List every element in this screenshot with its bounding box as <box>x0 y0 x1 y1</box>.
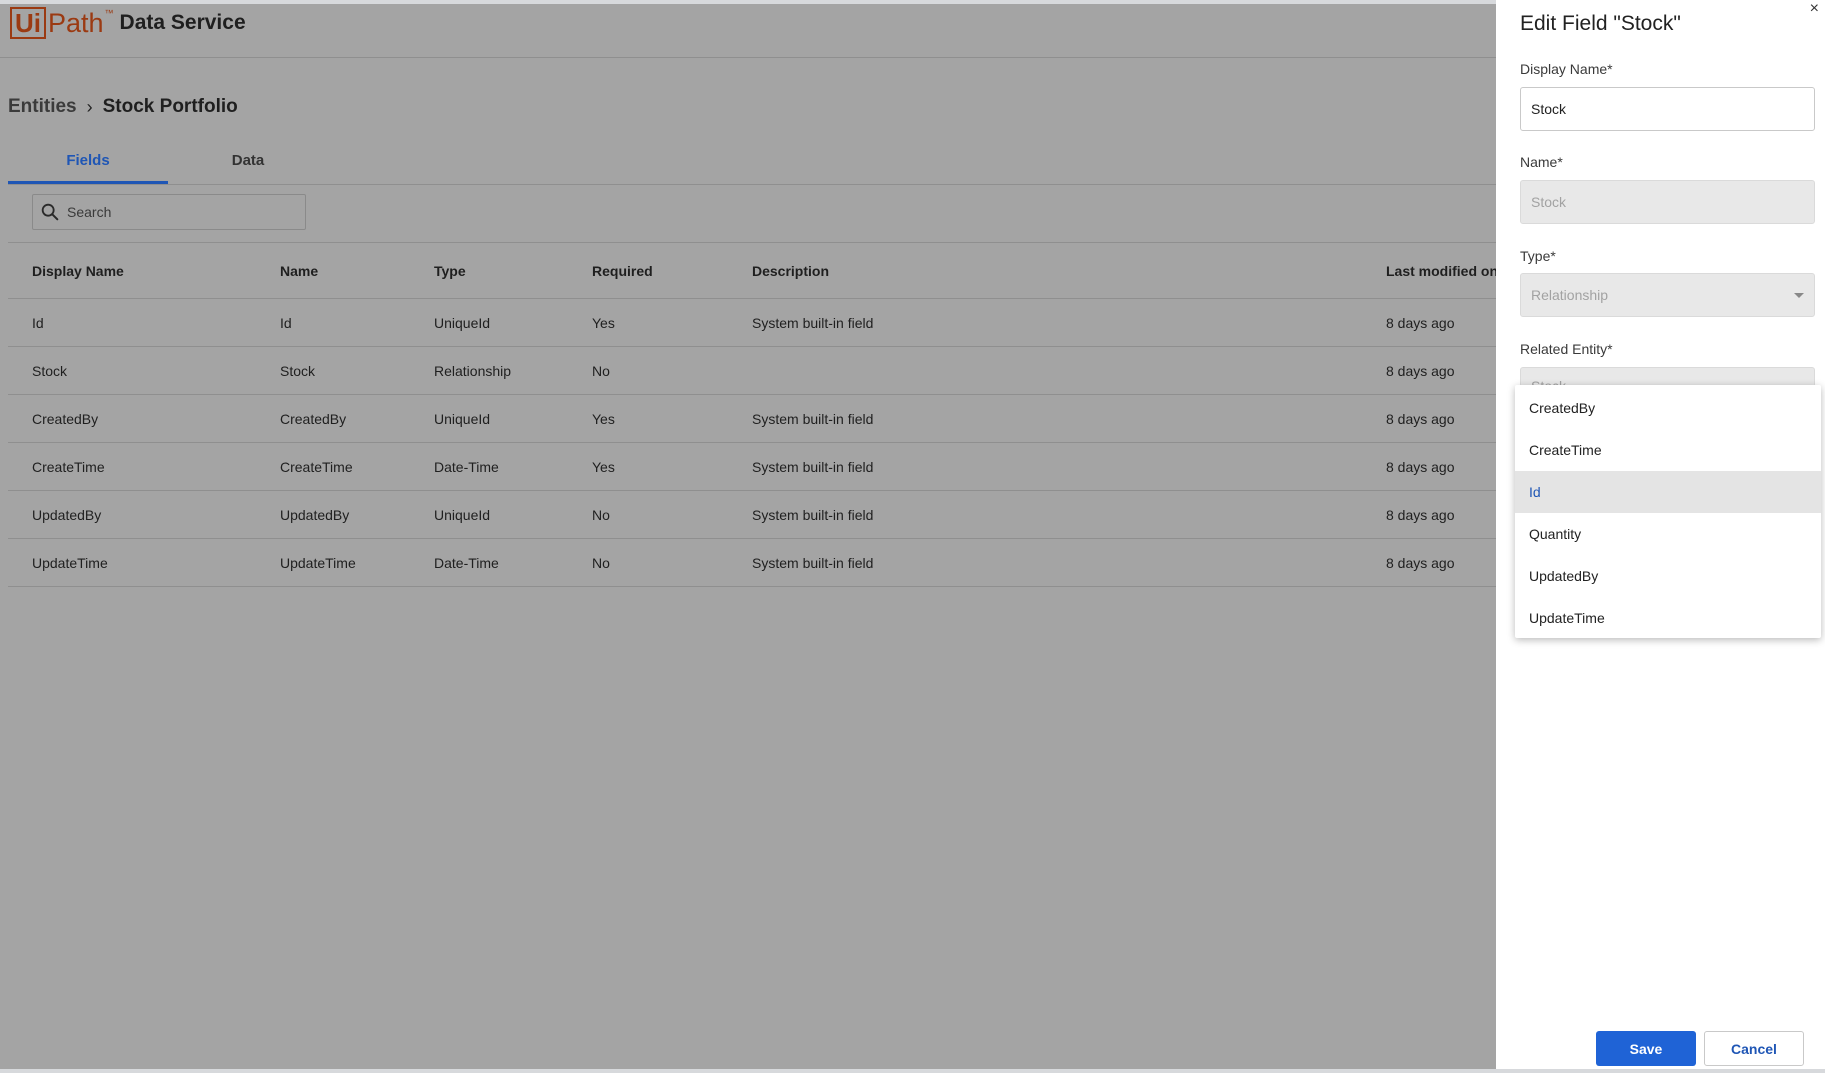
column-header-name[interactable]: Name <box>280 243 318 298</box>
cell-name: CreateTime <box>280 458 353 475</box>
cell-last-modified: 8 days ago <box>1386 458 1455 475</box>
fields-table: Display Name Name Type Required Descript… <box>8 242 1498 587</box>
chevron-right-icon: › <box>86 96 93 117</box>
tab-bar: Fields Data <box>8 139 1496 185</box>
cell-display-name: UpdateTime <box>32 554 108 571</box>
cell-name: Id <box>280 314 292 331</box>
table-row[interactable]: CreateTime CreateTime Date-Time Yes Syst… <box>8 443 1496 491</box>
column-header-last-modified[interactable]: Last modified on <box>1386 243 1498 298</box>
main-page-dimmed: Ui Path ™ Data Service Entities › Stock … <box>0 4 1498 1069</box>
cell-type: Relationship <box>434 362 512 379</box>
cell-display-name: UpdatedBy <box>32 506 102 523</box>
cell-last-modified: 8 days ago <box>1386 506 1455 523</box>
search-input[interactable] <box>67 204 297 220</box>
type-label: Type* <box>1520 248 1556 264</box>
cell-description: System built-in field <box>752 506 874 523</box>
cell-required: Yes <box>592 458 615 475</box>
cell-required: No <box>592 506 610 523</box>
breadcrumb-entities-link[interactable]: Entities <box>8 96 77 118</box>
cell-type: UniqueId <box>434 410 491 427</box>
cancel-button[interactable]: Cancel <box>1704 1031 1804 1066</box>
cell-last-modified: 8 days ago <box>1386 362 1455 379</box>
cell-name: CreatedBy <box>280 410 347 427</box>
table-row[interactable]: Stock Stock Relationship No 8 days ago <box>8 347 1496 395</box>
cell-type: UniqueId <box>434 506 491 523</box>
table-row[interactable]: CreatedBy CreatedBy UniqueId Yes System … <box>8 395 1496 443</box>
table-row[interactable]: Id Id UniqueId Yes System built-in field… <box>8 299 1496 347</box>
edit-field-panel: × Edit Field "Stock" Display Name* Stock… <box>1496 0 1825 1069</box>
display-name-field[interactable]: Stock <box>1520 87 1815 131</box>
dropdown-option-updatedby[interactable]: UpdatedBy <box>1515 555 1821 597</box>
tab-data[interactable]: Data <box>168 139 328 184</box>
cell-required: No <box>592 362 610 379</box>
breadcrumb: Entities › Stock Portfolio <box>8 96 238 118</box>
close-icon[interactable]: × <box>1810 0 1819 18</box>
cell-required: No <box>592 554 610 571</box>
column-header-description[interactable]: Description <box>752 243 829 298</box>
cell-description: System built-in field <box>752 458 874 475</box>
column-header-display-name[interactable]: Display Name <box>32 243 124 298</box>
cell-description: System built-in field <box>752 554 874 571</box>
dropdown-option-createdby[interactable]: CreatedBy <box>1515 387 1821 429</box>
panel-title: Edit Field "Stock" <box>1520 12 1681 35</box>
cell-name: UpdatedBy <box>280 506 350 523</box>
chevron-down-icon <box>1794 293 1804 298</box>
dropdown-option-createtime[interactable]: CreateTime <box>1515 429 1821 471</box>
cell-display-name: CreatedBy <box>32 410 99 427</box>
name-value: Stock <box>1531 194 1567 210</box>
dropdown-option-updatetime[interactable]: UpdateTime <box>1515 597 1821 639</box>
cell-display-name: Stock <box>32 362 68 379</box>
cell-required: Yes <box>592 410 615 427</box>
table-header-row: Display Name Name Type Required Descript… <box>8 243 1498 299</box>
display-name-value: Stock <box>1531 101 1567 117</box>
display-name-label: Display Name* <box>1520 61 1613 77</box>
logo-ui-box: Ui <box>10 7 46 39</box>
cell-type: UniqueId <box>434 314 491 331</box>
dropdown-option-quantity[interactable]: Quantity <box>1515 513 1821 555</box>
product-name: Data Service <box>119 11 246 34</box>
type-value: Relationship <box>1531 287 1609 303</box>
column-header-type[interactable]: Type <box>434 243 466 298</box>
app-header: Ui Path ™ Data Service <box>0 4 1496 58</box>
name-field: Stock <box>1520 180 1815 224</box>
dropdown-option-id[interactable]: Id <box>1515 471 1821 513</box>
cell-last-modified: 8 days ago <box>1386 410 1455 427</box>
cell-type: Date-Time <box>434 458 499 475</box>
search-box[interactable] <box>32 194 306 230</box>
logo-path-text: Path <box>48 7 104 38</box>
breadcrumb-current: Stock Portfolio <box>102 96 238 117</box>
related-entity-label: Related Entity* <box>1520 341 1613 357</box>
cell-last-modified: 8 days ago <box>1386 554 1455 571</box>
tab-fields[interactable]: Fields <box>8 139 168 184</box>
type-select: Relationship <box>1520 273 1815 317</box>
save-button[interactable]: Save <box>1596 1031 1696 1066</box>
cell-name: UpdateTime <box>280 554 356 571</box>
related-entity-dropdown: CreatedBy CreateTime Id Quantity Updated… <box>1515 385 1821 638</box>
cell-last-modified: 8 days ago <box>1386 314 1455 331</box>
table-row[interactable]: UpdatedBy UpdatedBy UniqueId No System b… <box>8 491 1496 539</box>
search-icon <box>41 203 59 221</box>
column-header-required[interactable]: Required <box>592 243 653 298</box>
cell-name: Stock <box>280 362 316 379</box>
table-row[interactable]: UpdateTime UpdateTime Date-Time No Syste… <box>8 539 1496 587</box>
window-bottom-border <box>0 1069 1825 1073</box>
cell-display-name: CreateTime <box>32 458 105 475</box>
cell-required: Yes <box>592 314 615 331</box>
cell-description: System built-in field <box>752 314 874 331</box>
uipath-logo[interactable]: Ui Path ™ Data Service <box>10 6 246 40</box>
related-entity-select[interactable]: Stock <box>1520 367 1815 387</box>
cell-display-name: Id <box>32 314 44 331</box>
cell-description: System built-in field <box>752 410 874 427</box>
logo-trademark: ™ <box>104 8 114 18</box>
cell-type: Date-Time <box>434 554 499 571</box>
name-label: Name* <box>1520 154 1563 170</box>
